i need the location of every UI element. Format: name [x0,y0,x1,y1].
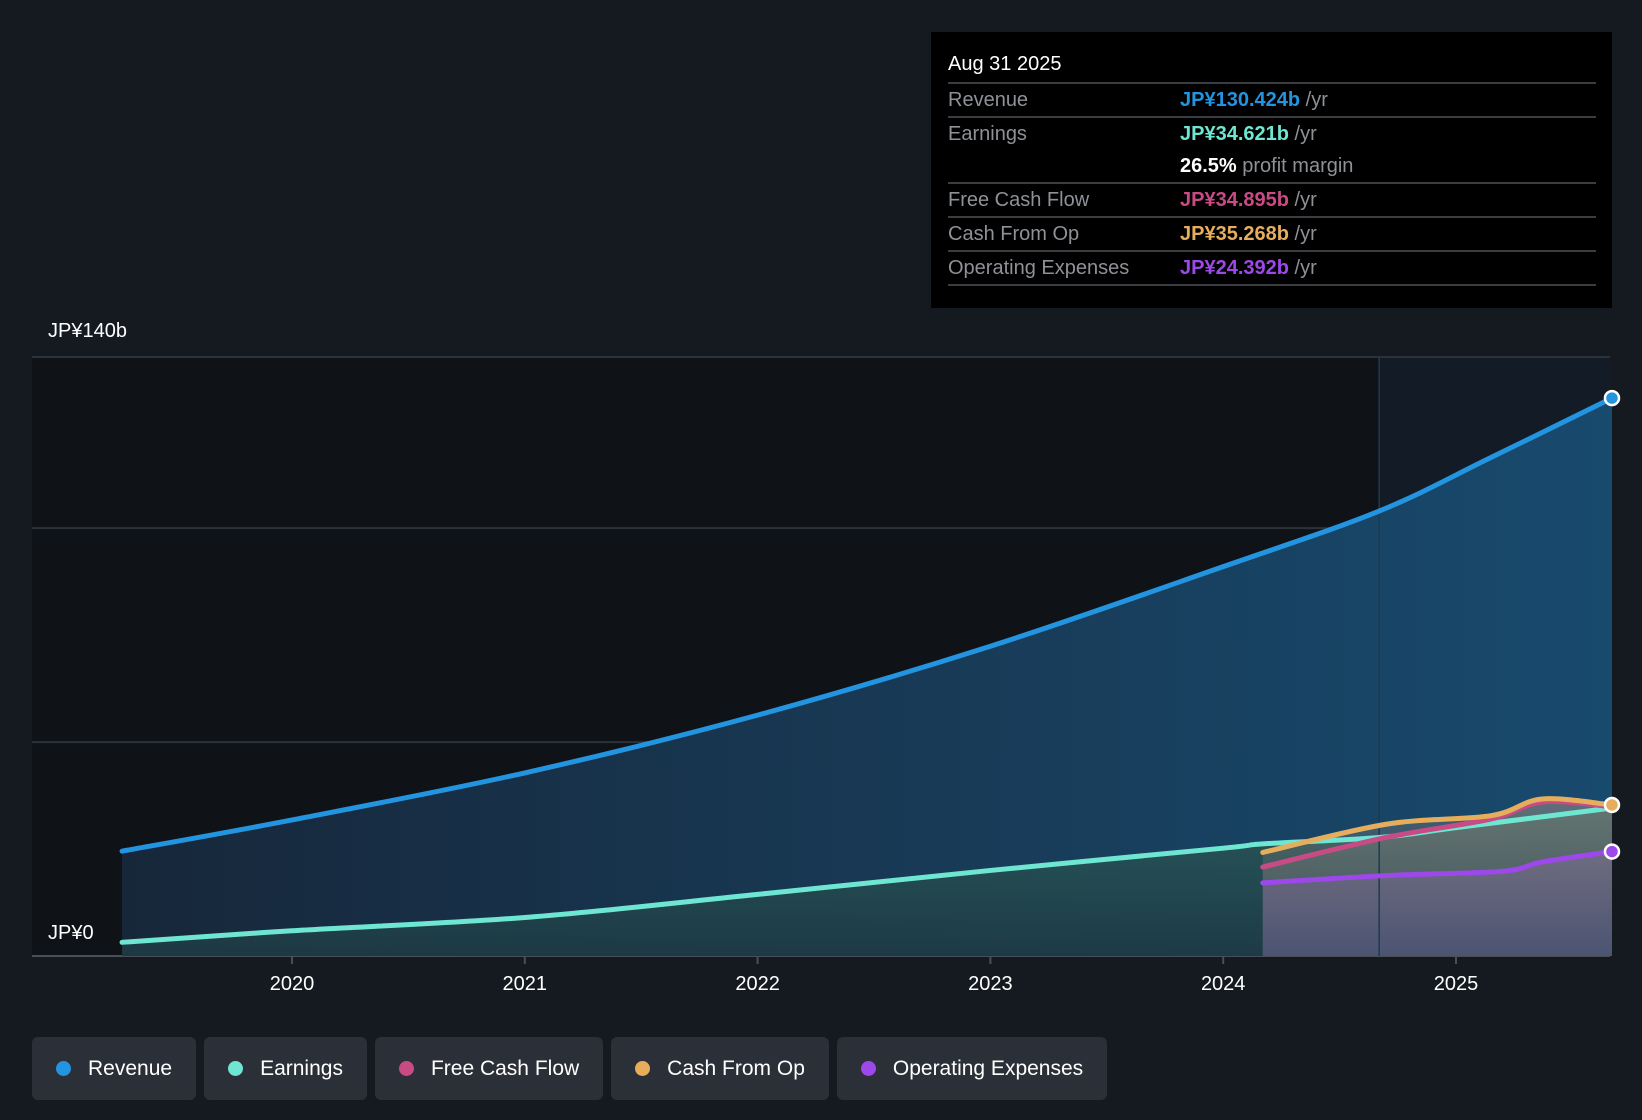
tooltip-row-unit: /yr [1288,223,1317,245]
x-tick-label: 2024 [1201,973,1246,995]
legend-dot-icon [56,1061,71,1076]
x-tick-label: 2025 [1434,973,1479,995]
tooltip-row: Earnings JP¥34.621b /yr [948,118,1596,150]
tooltip-row-label: Operating Expenses [948,257,1130,279]
tooltip-row: Operating Expenses JP¥24.392b /yr [948,252,1596,286]
legend-dot-icon [860,1061,876,1076]
end-marker-cash-from-op [1603,796,1621,814]
legend-dot-icon [228,1061,244,1076]
tooltip-row-label: Revenue [948,89,1029,111]
legend-item-revenue[interactable]: Revenue [32,1037,197,1100]
tooltip-row-unit: profit margin [1236,155,1354,177]
end-marker-operating-expenses [1603,843,1621,860]
legend-label: Earnings [260,1056,343,1080]
tooltip: Aug 31 2025 Revenue JP¥130.424b /yr Earnin… [931,32,1612,308]
tooltip-row-value: JP¥34.621b /yr [1180,123,1317,145]
tooltip-row-label [948,150,1180,182]
legend-label: Cash From Op [667,1056,805,1080]
end-marker-revenue [1603,389,1621,407]
tooltip-row-unit: /yr [1288,189,1317,211]
tooltip-row-value: JP¥24.392b /yr [1180,257,1317,279]
tooltip-row-value: JP¥34.895b /yr [1180,189,1317,211]
tooltip-row-unit: /yr [1300,89,1328,111]
legend-item-free-cash-flow[interactable]: Free Cash Flow [374,1037,604,1100]
tooltip-row-unit: /yr [1288,257,1317,279]
tooltip-row-label: Earnings [948,123,1027,145]
tooltip-row-label: Cash From Op [948,223,1080,245]
tooltip-row-value: 26.5% profit margin [1180,155,1354,177]
x-tick-label: 2020 [270,973,315,995]
tooltip-row: Free Cash Flow JP¥34.895b /yr [948,184,1596,218]
legend-label: Operating Expenses [892,1056,1084,1080]
tooltip-row: Cash From Op JP¥35.268b /yr [948,218,1596,252]
legend-label: Revenue [88,1056,173,1080]
x-tick-label: 2021 [503,973,548,995]
tooltip-row-value: JP¥130.424b /yr [1180,89,1328,111]
tooltip-row: Revenue JP¥130.424b /yr [948,84,1596,118]
legend-item-cash-from-op[interactable]: Cash From Op [611,1037,829,1100]
legend: Revenue Earnings Free Cash Flow Cash From O… [32,1037,1108,1100]
y-axis-label-zero: JP¥0 [48,922,94,944]
tooltip-date: Aug 31 2025 [948,46,1596,84]
legend-dot-icon [635,1061,651,1076]
tooltip-row-value: JP¥35.268b /yr [1180,223,1317,245]
legend-item-operating-expenses[interactable]: Operating Expenses [836,1037,1108,1100]
tooltip-row-unit: /yr [1288,123,1317,145]
tooltip-row: 26.5% profit margin [948,150,1596,184]
legend-item-earnings[interactable]: Earnings [204,1037,367,1100]
legend-label: Free Cash Flow [430,1056,580,1080]
y-axis-label-top: JP¥140b [48,320,127,342]
x-tick-label: 2023 [968,973,1013,995]
tooltip-row-label: Free Cash Flow [948,189,1090,211]
legend-dot-icon [398,1061,414,1076]
x-tick-label: 2022 [735,973,780,995]
